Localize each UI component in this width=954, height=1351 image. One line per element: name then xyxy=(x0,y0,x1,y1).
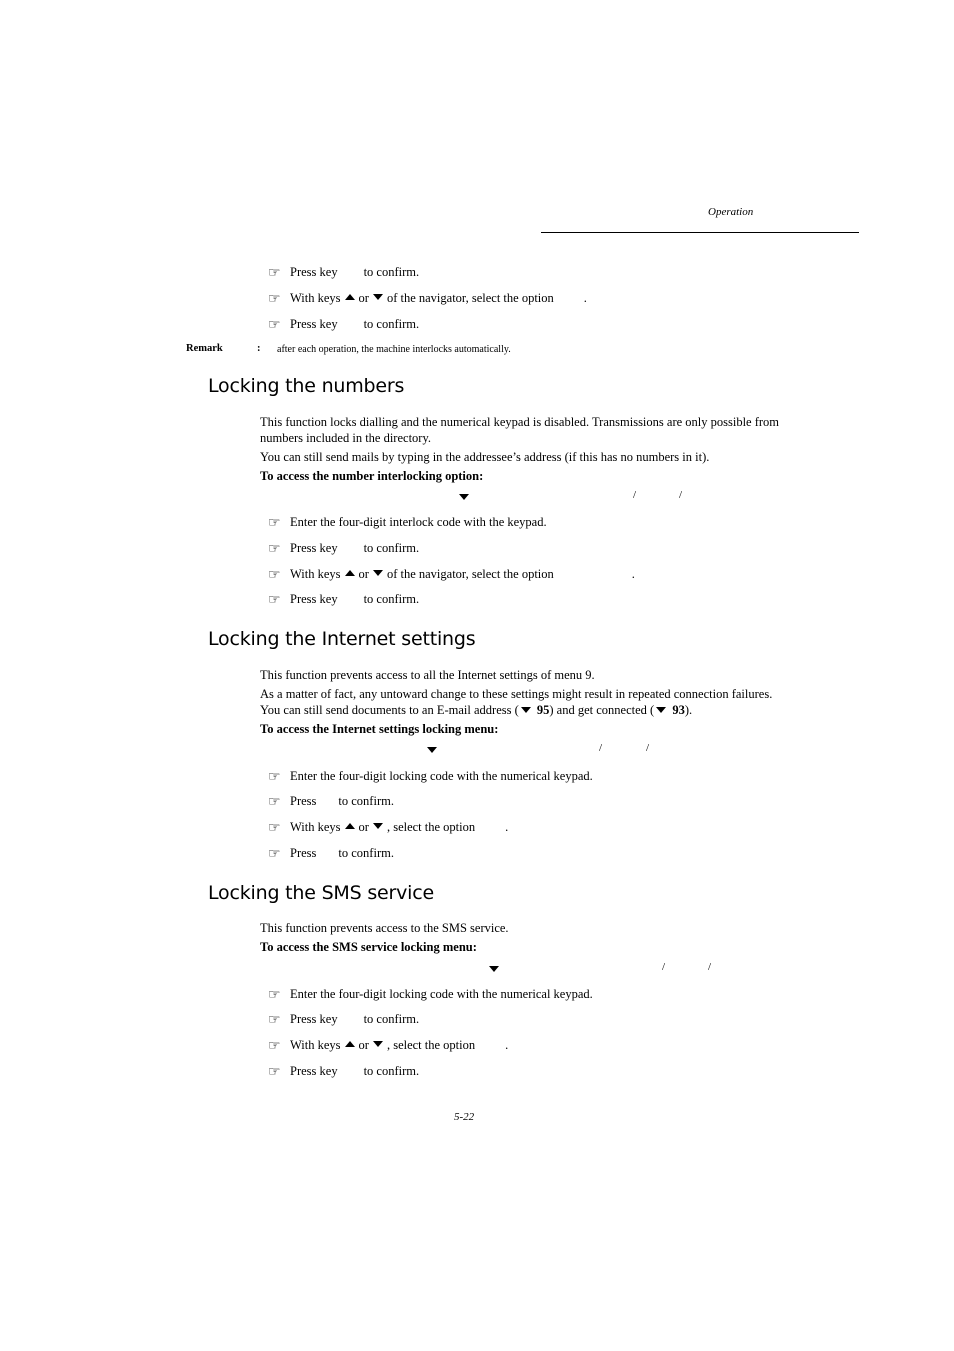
pointing-hand-icon: ☞ xyxy=(268,820,281,836)
step-enter-code: ☞ Enter the four-digit interlock code wit… xyxy=(268,515,547,531)
header-rule xyxy=(541,232,859,233)
down-arrow-icon xyxy=(372,1041,383,1047)
up-arrow-icon xyxy=(344,570,355,576)
menu-down-arrow-icon xyxy=(656,707,667,713)
pointing-hand-icon: ☞ xyxy=(268,567,281,583)
step-press-key: ☞ Press key to confirm. xyxy=(268,1012,420,1028)
menu-path-separator: / xyxy=(633,489,637,501)
section-heading-internet: Locking the Internet settings xyxy=(208,628,476,650)
pointing-hand-icon: ☞ xyxy=(268,794,281,810)
pointing-hand-icon: ☞ xyxy=(268,291,281,307)
menu-down-arrow-icon xyxy=(489,966,499,972)
down-arrow-icon xyxy=(372,294,383,300)
step-enter-code: ☞ Enter the four-digit locking code with … xyxy=(268,987,593,1003)
step-enter-code: ☞ Enter the four-digit locking code with … xyxy=(268,769,593,785)
pointing-hand-icon: ☞ xyxy=(268,1064,281,1080)
menu-down-arrow-icon xyxy=(427,747,437,753)
section-reference-line: You can still send documents to an E-mai… xyxy=(260,703,693,717)
remark-text: after each operation, the machine interl… xyxy=(277,344,511,355)
up-arrow-icon xyxy=(344,294,355,300)
down-arrow-icon xyxy=(372,570,383,576)
pointing-hand-icon: ☞ xyxy=(268,515,281,531)
pointing-hand-icon: ☞ xyxy=(268,846,281,862)
step-press-key: ☞ Press key to confirm. xyxy=(268,592,420,608)
menu-path-separator: / xyxy=(708,961,712,973)
section-paragraph: This function locks dialling and the num… xyxy=(260,415,780,445)
step-press-key: ☞ Press key to confirm. xyxy=(268,265,420,281)
access-label: To access the Internet settings locking … xyxy=(260,722,499,736)
menu-path-separator: / xyxy=(679,489,683,501)
access-label: To access the number interlocking option… xyxy=(260,469,484,483)
down-arrow-icon xyxy=(372,823,383,829)
pointing-hand-icon: ☞ xyxy=(268,769,281,785)
section-heading-numbers: Locking the numbers xyxy=(208,375,405,397)
page-number: 5-22 xyxy=(454,1111,475,1123)
step-navigator: ☞ With keys or of the navigator, select the… xyxy=(268,567,635,583)
step-press-key: ☞ Press key to confirm. xyxy=(268,317,420,333)
step-navigator: ☞ With keys or, select the option. xyxy=(268,1038,509,1054)
step-press: ☞ Press to confirm. xyxy=(268,794,394,810)
menu-path-separator: / xyxy=(599,742,603,754)
section-paragraph: As a matter of fact, any untoward change… xyxy=(260,687,773,701)
step-navigator: ☞ With keys or of the navigator, select the… xyxy=(268,291,587,307)
pointing-hand-icon: ☞ xyxy=(268,541,281,557)
step-press-key: ☞ Press key to confirm. xyxy=(268,541,420,557)
step-navigator: ☞ With keys or, select the option. xyxy=(268,820,509,836)
pointing-hand-icon: ☞ xyxy=(268,1012,281,1028)
pointing-hand-icon: ☞ xyxy=(268,592,281,608)
step-press: ☞ Press to confirm. xyxy=(268,846,394,862)
remark-label: Remark xyxy=(186,343,223,354)
pointing-hand-icon: ☞ xyxy=(268,265,281,281)
running-header: Operation xyxy=(708,206,754,218)
step-press-key: ☞ Press key to confirm. xyxy=(268,1064,420,1080)
pointing-hand-icon: ☞ xyxy=(268,987,281,1003)
menu-down-arrow-icon xyxy=(459,494,469,500)
section-paragraph: This function prevents access to all the… xyxy=(260,668,595,682)
pointing-hand-icon: ☞ xyxy=(268,317,281,333)
section-paragraph: You can still send mails by typing in th… xyxy=(260,450,710,464)
access-label: To access the SMS service locking menu: xyxy=(260,940,477,954)
up-arrow-icon xyxy=(344,823,355,829)
menu-path-separator: / xyxy=(662,961,666,973)
section-paragraph: This function prevents access to the SMS… xyxy=(260,921,509,935)
menu-path-separator: / xyxy=(646,742,650,754)
menu-down-arrow-icon xyxy=(520,707,531,713)
up-arrow-icon xyxy=(344,1041,355,1047)
section-heading-sms: Locking the SMS service xyxy=(208,882,434,904)
remark-colon: : xyxy=(257,343,261,354)
pointing-hand-icon: ☞ xyxy=(268,1038,281,1054)
